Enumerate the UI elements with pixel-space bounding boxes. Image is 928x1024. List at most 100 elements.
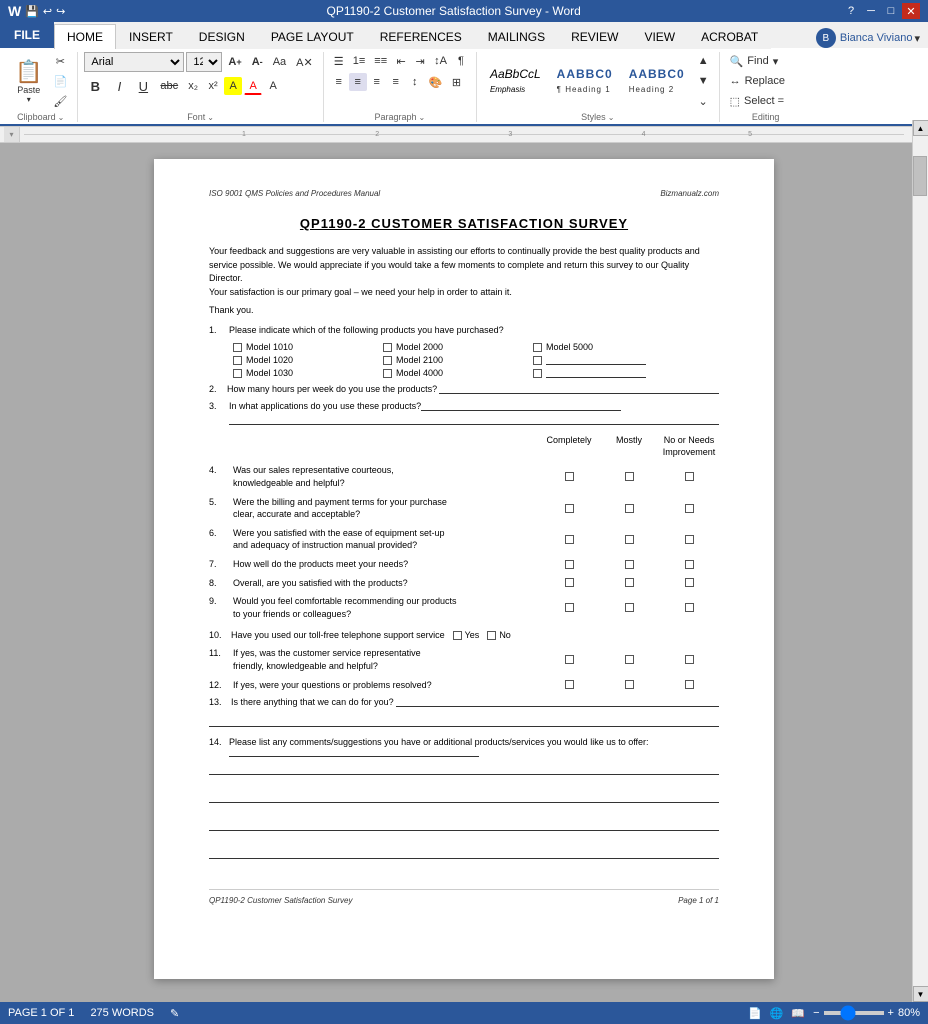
view-web-icon[interactable]: 🌐 bbox=[770, 1007, 784, 1020]
tab-insert[interactable]: INSERT bbox=[116, 24, 186, 49]
clipboard-dialog-icon[interactable]: ⌄ bbox=[58, 113, 65, 122]
scrollbar-thumb[interactable] bbox=[913, 156, 927, 196]
cut-button[interactable]: ✂ bbox=[49, 52, 71, 70]
blank-field-1[interactable] bbox=[546, 355, 646, 365]
styles-scroll-down[interactable]: ▼ bbox=[694, 72, 713, 90]
q6-cb-completely[interactable] bbox=[539, 535, 599, 544]
q3-fill-2[interactable] bbox=[229, 415, 719, 425]
q9-cb-completely[interactable] bbox=[539, 603, 599, 612]
tab-file[interactable]: FILE bbox=[0, 22, 54, 48]
cb-model1030[interactable] bbox=[233, 369, 242, 378]
font-color-button[interactable]: A bbox=[244, 77, 262, 95]
zoom-out-button[interactable]: − bbox=[813, 1007, 819, 1019]
q13-fill-2[interactable] bbox=[209, 717, 719, 727]
paragraph-dialog-icon[interactable]: ⌄ bbox=[419, 113, 426, 122]
scrollbar[interactable]: ▲ ▼ bbox=[912, 120, 928, 1002]
sort-button[interactable]: ↕A bbox=[430, 52, 451, 70]
q2-fill[interactable] bbox=[439, 384, 719, 394]
strikethrough-button[interactable]: abc bbox=[156, 77, 182, 95]
cb-model5000[interactable] bbox=[533, 343, 542, 352]
font-dialog-icon[interactable]: ⌄ bbox=[207, 113, 214, 122]
view-read-icon[interactable]: 📖 bbox=[791, 1007, 805, 1020]
q8-cb-completely[interactable] bbox=[539, 578, 599, 587]
tab-review[interactable]: REVIEW bbox=[558, 24, 631, 49]
q7-cb-improvement[interactable] bbox=[659, 560, 719, 569]
scroll-down-button[interactable]: ▼ bbox=[913, 986, 928, 1002]
q11-cb-mostly[interactable] bbox=[599, 655, 659, 664]
bullets-button[interactable]: ☰ bbox=[330, 52, 348, 70]
tab-mailings[interactable]: MAILINGS bbox=[475, 24, 558, 49]
q5-cb-completely[interactable] bbox=[539, 504, 599, 513]
q13-fill[interactable] bbox=[396, 697, 719, 707]
zoom-slider[interactable] bbox=[824, 1011, 884, 1015]
cb-model1020[interactable] bbox=[233, 356, 242, 365]
decrease-font-button[interactable]: A- bbox=[248, 53, 267, 71]
italic-button[interactable]: I bbox=[108, 75, 130, 97]
increase-font-button[interactable]: A+ bbox=[224, 53, 245, 71]
q7-cb-completely[interactable] bbox=[539, 560, 599, 569]
q14-fill-inline[interactable] bbox=[229, 747, 479, 757]
zoom-in-button[interactable]: + bbox=[888, 1007, 894, 1019]
q9-cb-improvement[interactable] bbox=[659, 603, 719, 612]
q12-cb-completely[interactable] bbox=[539, 680, 599, 689]
q8-cb-improvement[interactable] bbox=[659, 578, 719, 587]
q8-cb-mostly[interactable] bbox=[599, 578, 659, 587]
q11-cb-completely[interactable] bbox=[539, 655, 599, 664]
q11-cb-improvement[interactable] bbox=[659, 655, 719, 664]
styles-scroll-up[interactable]: ▲ bbox=[694, 52, 713, 70]
align-left-button[interactable]: ≡ bbox=[330, 73, 348, 91]
q9-cb-mostly[interactable] bbox=[599, 603, 659, 612]
align-right-button[interactable]: ≡ bbox=[368, 73, 386, 91]
q5-cb-mostly[interactable] bbox=[599, 504, 659, 513]
q4-cb-mostly[interactable] bbox=[599, 472, 659, 481]
decrease-indent-button[interactable]: ⇤ bbox=[392, 52, 410, 70]
replace-button[interactable]: ↔ Replace bbox=[726, 72, 806, 90]
tab-references[interactable]: REFERENCES bbox=[367, 24, 475, 49]
close-button[interactable]: ✕ bbox=[902, 3, 920, 19]
styles-expand[interactable]: ⌄ bbox=[694, 92, 713, 110]
tab-view[interactable]: VIEW bbox=[631, 24, 688, 49]
tab-home[interactable]: HOME bbox=[54, 24, 116, 49]
quick-access-save[interactable]: 💾 bbox=[25, 5, 39, 18]
zoom-level[interactable]: 80% bbox=[898, 1007, 920, 1019]
justify-button[interactable]: ≡ bbox=[387, 73, 405, 91]
help-button[interactable]: ? bbox=[842, 3, 860, 19]
blank-field-2[interactable] bbox=[546, 368, 646, 378]
q12-cb-mostly[interactable] bbox=[599, 680, 659, 689]
q5-cb-improvement[interactable] bbox=[659, 504, 719, 513]
q6-cb-improvement[interactable] bbox=[659, 535, 719, 544]
increase-indent-button[interactable]: ⇥ bbox=[411, 52, 429, 70]
q6-cb-mostly[interactable] bbox=[599, 535, 659, 544]
superscript-button[interactable]: x² bbox=[204, 77, 222, 95]
user-dropdown-icon[interactable]: ▾ bbox=[914, 32, 920, 45]
minimize-button[interactable]: ─ bbox=[862, 3, 880, 19]
q14-line-4[interactable] bbox=[209, 849, 719, 859]
user-name[interactable]: Bianca Viviano bbox=[840, 32, 913, 44]
find-dropdown[interactable]: ▾ bbox=[773, 55, 779, 68]
show-formatting-button[interactable]: ¶ bbox=[452, 52, 470, 70]
q14-line-1[interactable] bbox=[209, 765, 719, 775]
cb-no[interactable] bbox=[487, 631, 496, 640]
change-case-button[interactable]: Aa bbox=[269, 53, 290, 71]
paste-button[interactable]: 📋 Paste ▾ bbox=[10, 54, 47, 108]
copy-button[interactable]: 📄 bbox=[49, 72, 71, 90]
maximize-button[interactable]: □ bbox=[882, 3, 900, 19]
font-name-select[interactable]: Arial bbox=[84, 52, 184, 72]
cb-model4000[interactable] bbox=[383, 369, 392, 378]
align-center-button[interactable]: ≡ bbox=[349, 73, 367, 91]
tab-page-layout[interactable]: PAGE LAYOUT bbox=[258, 24, 367, 49]
q14-line-3[interactable] bbox=[209, 821, 719, 831]
multilevel-list-button[interactable]: ≡≡ bbox=[370, 52, 391, 70]
q12-cb-improvement[interactable] bbox=[659, 680, 719, 689]
q4-cb-improvement[interactable] bbox=[659, 472, 719, 481]
q4-cb-completely[interactable] bbox=[539, 472, 599, 481]
edit-icon[interactable]: ✎ bbox=[170, 1007, 179, 1020]
style-heading2[interactable]: AABBC0Heading 2 bbox=[622, 64, 692, 98]
styles-dialog-icon[interactable]: ⌄ bbox=[608, 113, 615, 122]
shading-button[interactable]: 🎨 bbox=[425, 73, 447, 91]
tab-acrobat[interactable]: ACROBAT bbox=[688, 24, 771, 49]
view-print-icon[interactable]: 📄 bbox=[748, 1007, 762, 1020]
scroll-up-button[interactable]: ▲ bbox=[913, 120, 928, 136]
cb-model1010[interactable] bbox=[233, 343, 242, 352]
font-size-select[interactable]: 12 bbox=[186, 52, 222, 72]
